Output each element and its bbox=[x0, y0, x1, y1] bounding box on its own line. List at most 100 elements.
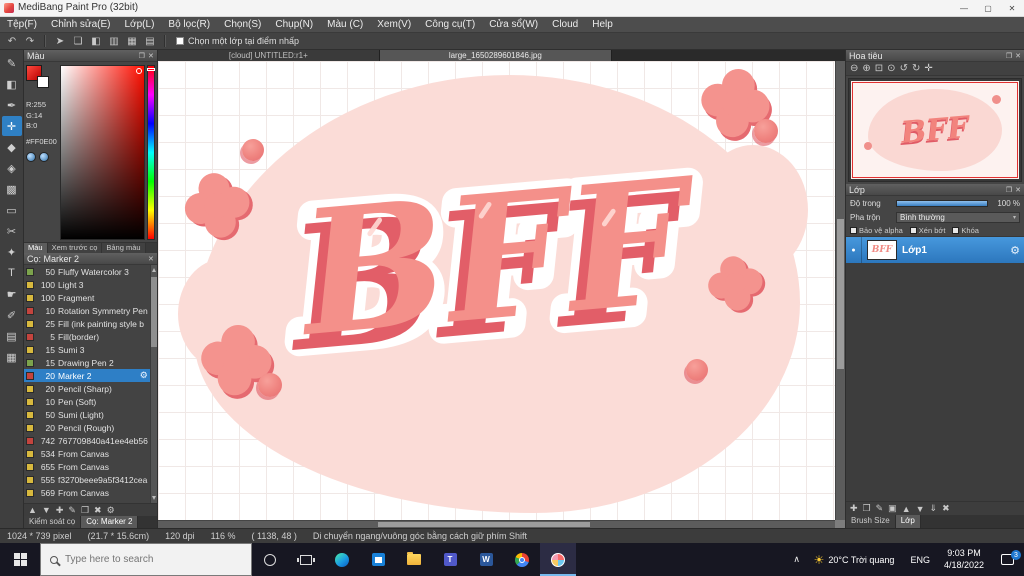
brush-list-item[interactable]: 15 Sumi 3 ⚙ bbox=[24, 343, 157, 356]
brush-list-item[interactable]: 15 Drawing Pen 2 ⚙ bbox=[24, 356, 157, 369]
hue-slider[interactable] bbox=[146, 65, 155, 240]
background-color-swatch[interactable] bbox=[37, 76, 49, 88]
table-icon[interactable]: ▤ bbox=[142, 34, 158, 48]
edge-button[interactable] bbox=[324, 543, 360, 576]
opacity-slider[interactable] bbox=[896, 199, 988, 207]
material-tool[interactable]: ▦ bbox=[2, 347, 22, 367]
edit-brush-icon[interactable]: ✎ bbox=[68, 505, 76, 516]
taskbar-search[interactable] bbox=[40, 543, 252, 576]
eraser-board-icon[interactable]: ◧ bbox=[88, 34, 104, 48]
menu-item[interactable]: Công cụ(T) bbox=[418, 17, 482, 32]
checkbox-icon[interactable] bbox=[176, 37, 184, 45]
medibang-button[interactable] bbox=[540, 543, 576, 576]
task-view-button[interactable] bbox=[288, 543, 324, 576]
chrome-button[interactable] bbox=[504, 543, 540, 576]
menu-item[interactable]: Lớp(L) bbox=[118, 17, 162, 32]
teams-button[interactable]: T bbox=[432, 543, 468, 576]
brush-down-icon[interactable]: ▼ bbox=[42, 505, 51, 515]
select-tool[interactable]: ▭ bbox=[2, 200, 22, 220]
gradient-tool[interactable]: ▩ bbox=[2, 179, 22, 199]
brush-list-item[interactable]: 10 Pen (Soft) ⚙ bbox=[24, 395, 157, 408]
checkbox-icon[interactable] bbox=[909, 226, 917, 234]
brush-panel-tab[interactable]: Cọ: Marker 2 bbox=[81, 516, 139, 528]
store-button[interactable] bbox=[360, 543, 396, 576]
vertical-scrollbar[interactable] bbox=[835, 61, 845, 520]
brush-list-item[interactable]: 100 Light 3 ⚙ bbox=[24, 278, 157, 291]
layer-folder-icon[interactable]: ▣ bbox=[888, 503, 897, 514]
scrollbar-thumb[interactable] bbox=[837, 219, 844, 369]
layer-up-icon[interactable]: ▲ bbox=[902, 504, 911, 514]
document-tab-active[interactable]: large_1650289601846.jpg bbox=[379, 50, 612, 61]
right-panel-tab[interactable]: Brush Size bbox=[846, 515, 896, 528]
canvas-viewport[interactable]: BFF BFF BFF bbox=[157, 61, 845, 528]
close-icon[interactable]: ✕ bbox=[148, 255, 154, 263]
web-color-icon[interactable] bbox=[26, 151, 36, 162]
add-brush-icon[interactable]: ✚ bbox=[56, 505, 64, 516]
saturation-value-picker[interactable] bbox=[59, 65, 145, 240]
layer-option-checkbox[interactable]: Xén bớt bbox=[909, 226, 945, 235]
close-icon[interactable]: ✕ bbox=[1015, 186, 1021, 194]
start-button[interactable] bbox=[0, 543, 40, 576]
panel-left-icon[interactable]: ▥ bbox=[106, 34, 122, 48]
grid-icon[interactable]: ▦ bbox=[124, 34, 140, 48]
navigator-preview[interactable]: BFF bbox=[848, 78, 1022, 182]
menu-item[interactable]: Tệp(F) bbox=[0, 17, 44, 32]
comment-icon[interactable]: ❏ bbox=[70, 34, 86, 48]
merge-layer-icon[interactable]: ⇓ bbox=[930, 503, 938, 514]
brush-list-item[interactable]: 20 Pencil (Sharp) ⚙ bbox=[24, 382, 157, 395]
brush-list-item[interactable]: 20 Marker 2 ⚙ bbox=[24, 369, 157, 382]
zoom-in-icon[interactable]: ⊕ bbox=[862, 63, 870, 74]
zoom-actual-icon[interactable]: ⊙ bbox=[887, 63, 895, 74]
language-indicator[interactable]: ENG bbox=[902, 555, 938, 565]
layer-option-checkbox[interactable]: Bảo vệ alpha bbox=[850, 226, 903, 235]
brush-list-item[interactable]: 655 From Canvas ⚙ bbox=[24, 460, 157, 473]
edit-layer-icon[interactable]: ✎ bbox=[876, 503, 884, 514]
brush-list-item[interactable]: 534 From Canvas ⚙ bbox=[24, 447, 157, 460]
divide-tool[interactable]: ▤ bbox=[2, 326, 22, 346]
brush-list-item[interactable]: 50 Fluffy Watercolor 3 ⚙ bbox=[24, 265, 157, 278]
word-button[interactable]: W bbox=[468, 543, 504, 576]
navigator-view-rect[interactable] bbox=[852, 82, 1018, 178]
undo-icon[interactable]: ↶ bbox=[4, 34, 20, 48]
brush-scrollbar[interactable] bbox=[149, 265, 157, 503]
menu-item[interactable]: Help bbox=[585, 17, 620, 32]
file-explorer-button[interactable] bbox=[396, 543, 432, 576]
clock[interactable]: 9:03 PM 4/18/2022 bbox=[938, 548, 990, 571]
popout-icon[interactable]: ❐ bbox=[139, 52, 145, 60]
blend-select[interactable]: Bình thường ▾ bbox=[896, 211, 1020, 223]
text-tool[interactable]: T bbox=[2, 263, 22, 283]
scroll-down-icon[interactable] bbox=[151, 496, 156, 500]
checkbox-icon[interactable] bbox=[850, 226, 857, 234]
eyedropper-tool[interactable]: ✐ bbox=[2, 305, 22, 325]
brush-settings-icon[interactable]: ⚙ bbox=[107, 505, 115, 516]
menu-item[interactable]: Bộ lọc(R) bbox=[161, 17, 217, 32]
brush-list-item[interactable]: 10 Rotation Symmetry Pen ⚙ bbox=[24, 304, 157, 317]
duplicate-layer-icon[interactable]: ❐ bbox=[863, 503, 871, 514]
horizontal-scrollbar[interactable] bbox=[157, 520, 835, 528]
delete-brush-icon[interactable]: ✖ bbox=[94, 505, 102, 516]
move-tool[interactable]: ✛ bbox=[1, 116, 22, 136]
delete-layer-icon[interactable]: ✖ bbox=[942, 503, 950, 514]
hidden-icons-chevron[interactable]: ∧ bbox=[788, 554, 806, 565]
brush-settings-icon[interactable]: ⚙ bbox=[140, 370, 148, 381]
sv-cursor[interactable] bbox=[135, 68, 142, 74]
pen-tool[interactable]: ✎ bbox=[2, 53, 22, 73]
zoom-out-icon[interactable]: ⊖ bbox=[850, 63, 858, 74]
action-center-button[interactable]: 3 bbox=[990, 550, 1024, 565]
brush-list-item[interactable]: 555 f3270beee9a5f3412cea ⚙ bbox=[24, 473, 157, 486]
redo-icon[interactable]: ↷ bbox=[22, 34, 38, 48]
gear-icon[interactable]: ⚙ bbox=[1010, 244, 1020, 257]
maximize-button[interactable]: ▢ bbox=[976, 0, 1000, 16]
scrollbar-thumb[interactable] bbox=[150, 277, 157, 347]
search-input[interactable] bbox=[65, 554, 225, 565]
document-tab[interactable]: [cloud] UNTITLED:r1+ bbox=[157, 50, 380, 61]
color-tab[interactable]: Xem trước cọ bbox=[47, 243, 103, 253]
menu-item[interactable]: Xem(V) bbox=[370, 17, 418, 32]
brush-list-item[interactable]: 569 From Canvas ⚙ bbox=[24, 486, 157, 499]
scroll-up-icon[interactable] bbox=[151, 268, 156, 272]
popout-icon[interactable]: ❐ bbox=[1006, 52, 1012, 60]
web-color-icon[interactable] bbox=[39, 151, 49, 162]
close-button[interactable]: ✕ bbox=[1000, 0, 1024, 16]
popout-icon[interactable]: ❐ bbox=[1006, 186, 1012, 194]
right-panel-tab[interactable]: Lớp bbox=[895, 515, 921, 528]
